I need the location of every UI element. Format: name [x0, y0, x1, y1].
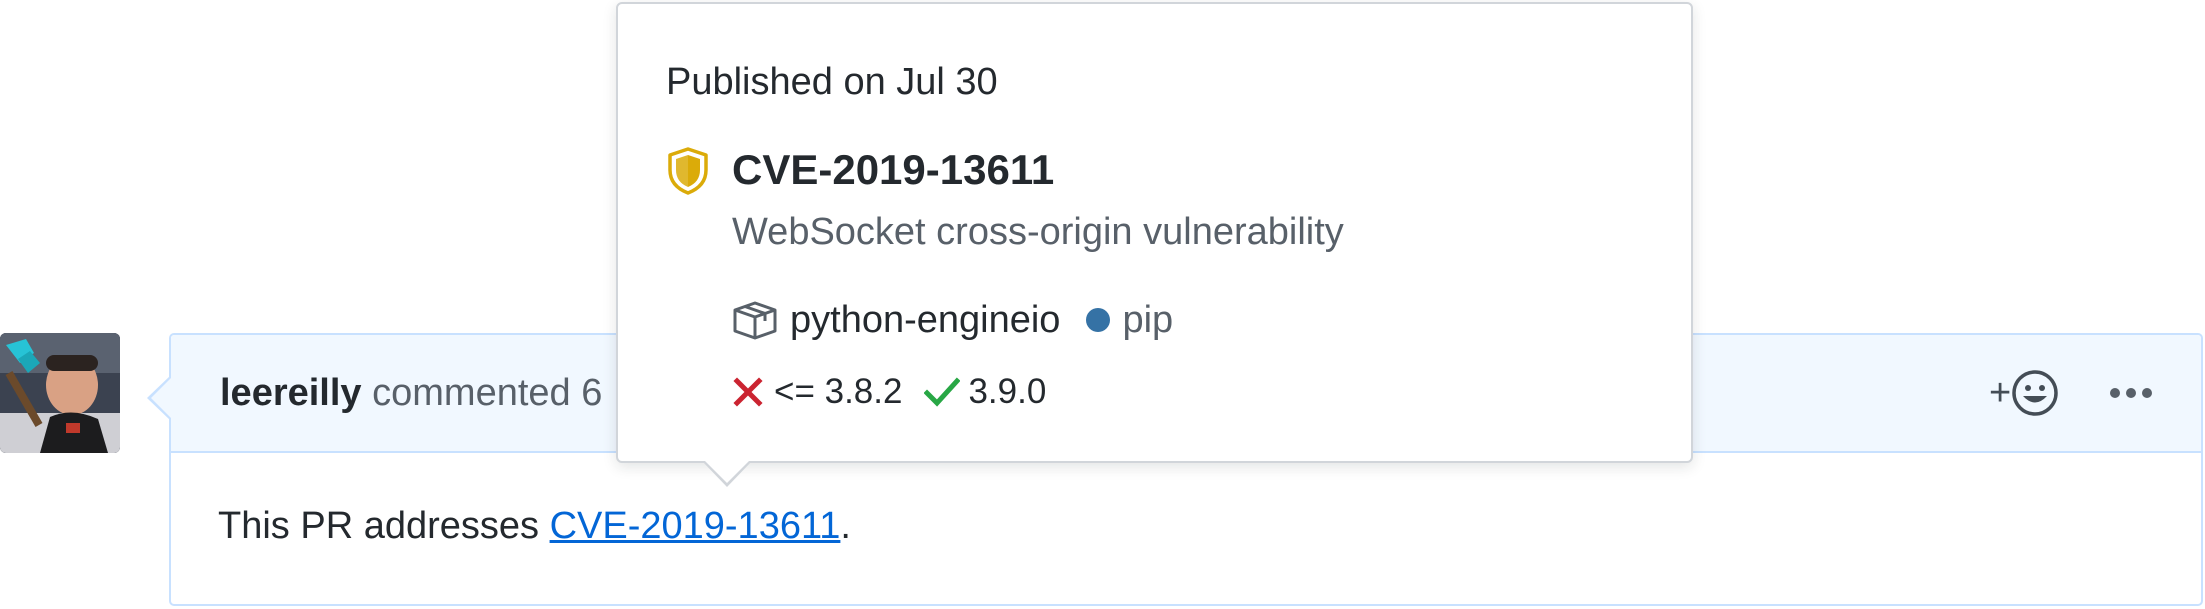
- smiley-icon: [2012, 370, 2058, 416]
- add-reaction-button[interactable]: +: [1989, 367, 2081, 419]
- comment-text-end: .: [840, 505, 851, 547]
- advisory-description: WebSocket cross-origin vulnerability: [732, 211, 1344, 253]
- comment-caret-fill: [151, 377, 172, 419]
- avatar-image: [0, 333, 120, 453]
- page: leereilly commented 6 + This PR addresse…: [0, 0, 2205, 609]
- comment-timestamp[interactable]: commented 6: [372, 372, 602, 414]
- package-icon: [733, 301, 777, 340]
- check-icon: [924, 377, 961, 407]
- x-icon: [733, 377, 763, 407]
- package-name: python-engineio: [790, 298, 1061, 341]
- vulnerable-versions: <= 3.8.2: [774, 372, 903, 411]
- kebab-horizontal-icon: [2110, 388, 2152, 398]
- version-row: <= 3.8.2 3.9.0: [732, 370, 1046, 414]
- comment-author-link[interactable]: leereilly: [220, 372, 362, 414]
- comment-meta: leereilly commented 6: [220, 370, 602, 416]
- comment-body: This PR addresses CVE-2019-13611.: [218, 503, 851, 549]
- ecosystem-label: pip: [1122, 298, 1174, 341]
- comment-text: This PR addresses: [218, 505, 550, 547]
- plus-label: +: [1989, 372, 2012, 414]
- more-options-button[interactable]: [2107, 373, 2155, 413]
- shield-icon: [668, 147, 708, 195]
- package-row: python-engineio pip: [732, 297, 1173, 343]
- advisory-title[interactable]: CVE-2019-13611: [732, 144, 1054, 196]
- patched-version: 3.9.0: [968, 372, 1047, 411]
- ecosystem-dot: [1086, 308, 1111, 332]
- cve-link[interactable]: CVE-2019-13611: [550, 505, 841, 547]
- user-avatar[interactable]: [0, 333, 120, 453]
- published-date: Published on Jul 30: [666, 61, 998, 103]
- advisory-hovercard: Published on Jul 30 CVE-2019-13611 WebSo…: [616, 2, 1693, 487]
- popover-arrow-fill: [704, 460, 750, 483]
